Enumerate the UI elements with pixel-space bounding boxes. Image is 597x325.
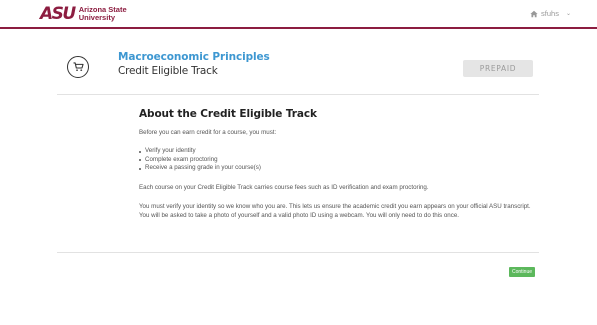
cart-badge xyxy=(67,56,89,78)
fees-paragraph: Each course on your Credit Eligible Trac… xyxy=(139,184,429,191)
about-intro: Before you can earn credit for a course,… xyxy=(139,129,277,136)
section-divider xyxy=(57,252,539,253)
logo-line-2: University xyxy=(78,12,115,22)
prepaid-badge: PREPAID xyxy=(463,60,533,77)
logo-mark: ASU xyxy=(40,3,76,24)
home-icon xyxy=(530,10,538,17)
user-menu[interactable]: sfuhs ⌄ xyxy=(530,9,571,18)
shopping-cart-icon xyxy=(73,62,84,72)
list-item: Complete exam proctoring xyxy=(139,156,261,165)
course-header: Macroeconomic Principles Credit Eligible… xyxy=(57,50,539,95)
about-heading: About the Credit Eligible Track xyxy=(139,108,317,120)
course-title[interactable]: Macroeconomic Principles xyxy=(118,51,270,63)
identity-paragraph: You must verify your identity so we know… xyxy=(139,203,531,219)
logo-wordmark: Arizona State University xyxy=(78,5,127,22)
track-title: Credit Eligible Track xyxy=(118,65,218,77)
top-header: ASU Arizona State University sfuhs ⌄ xyxy=(0,0,597,29)
about-section: About the Credit Eligible Track Before y… xyxy=(139,108,539,219)
list-item: Receive a passing grade in your course(s… xyxy=(139,164,261,173)
asu-logo[interactable]: ASU Arizona State University xyxy=(40,4,127,23)
list-item: Verify your identity xyxy=(139,147,261,156)
continue-button[interactable]: Continue xyxy=(509,267,535,277)
requirements-list: Verify your identity Complete exam proct… xyxy=(139,147,261,173)
caret-down-icon: ⌄ xyxy=(565,11,571,17)
username: sfuhs xyxy=(541,9,559,18)
